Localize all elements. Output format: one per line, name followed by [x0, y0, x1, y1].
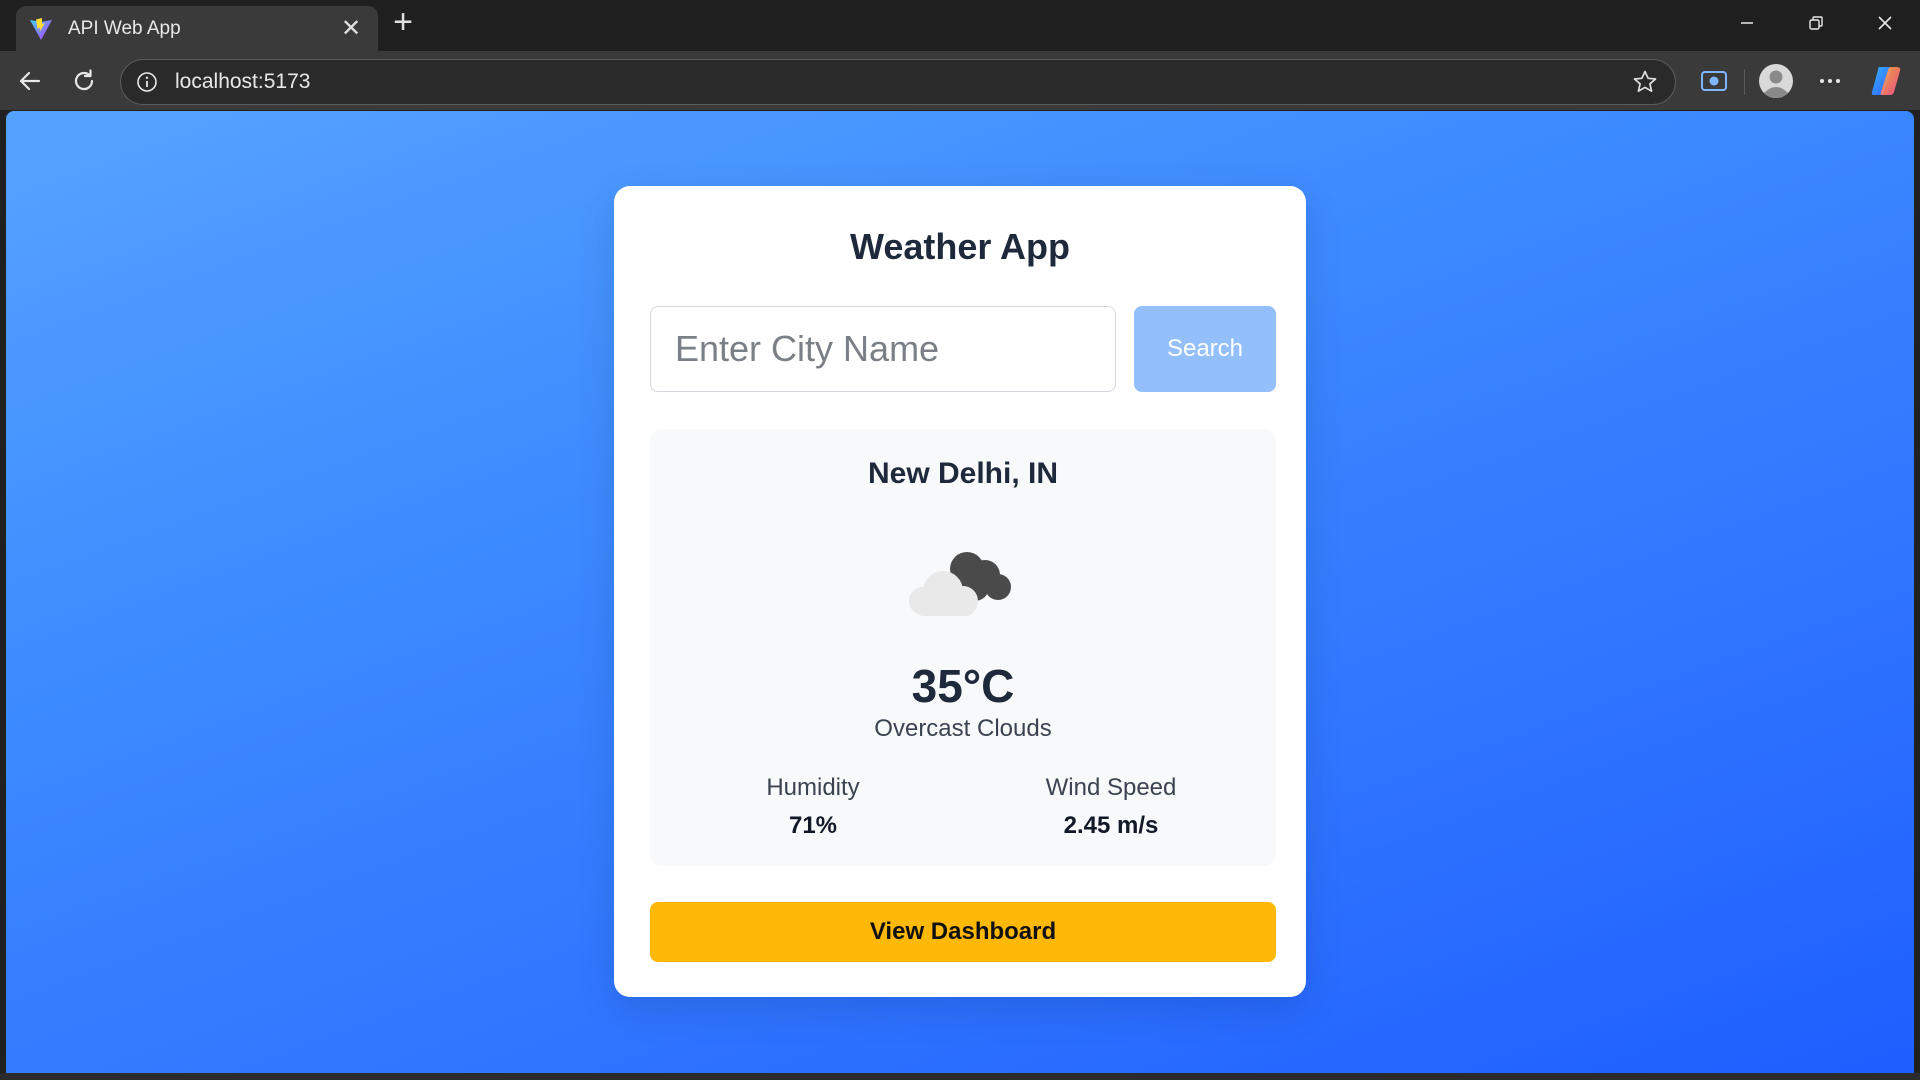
browser-tabbar: API Web App ✕ + — [0, 0, 1920, 51]
page-viewport: Weather App Search New Delhi, IN — [6, 111, 1914, 1073]
toolbar-separator — [1744, 69, 1745, 95]
url-text[interactable]: localhost:5173 — [175, 70, 1631, 94]
window-close-icon[interactable] — [1865, 6, 1905, 42]
browser-toolbar: localhost:5173 — [0, 51, 1920, 110]
more-icon[interactable] — [1810, 61, 1850, 101]
minimize-icon[interactable] — [1727, 6, 1767, 42]
info-icon[interactable] — [135, 70, 159, 94]
overcast-clouds-icon — [905, 539, 1021, 619]
screenshot-icon[interactable] — [1694, 61, 1734, 101]
star-icon[interactable] — [1631, 68, 1659, 96]
profile-icon[interactable] — [1756, 61, 1796, 101]
weather-description: Overcast Clouds — [874, 715, 1052, 742]
back-arrow-icon[interactable] — [10, 61, 50, 101]
reload-icon[interactable] — [64, 61, 104, 101]
humidity-stat: Humidity 71% — [713, 774, 913, 840]
city-search-input[interactable] — [650, 306, 1116, 392]
new-tab-plus-icon[interactable]: + — [388, 5, 418, 39]
wind-speed-stat: Wind Speed 2.45 m/s — [1011, 774, 1211, 840]
view-dashboard-button[interactable]: View Dashboard — [650, 902, 1276, 962]
humidity-label: Humidity — [766, 774, 860, 801]
tab-title: API Web App — [68, 17, 181, 39]
city-name: New Delhi, IN — [867, 457, 1059, 490]
weather-card: Weather App Search New Delhi, IN — [614, 186, 1306, 997]
wind-speed-label: Wind Speed — [1045, 774, 1177, 801]
browser-tab[interactable]: API Web App ✕ — [16, 6, 378, 51]
humidity-value: 71% — [788, 812, 838, 839]
vite-favicon-icon — [28, 16, 54, 42]
copilot-icon[interactable] — [1866, 61, 1906, 101]
restore-icon[interactable] — [1796, 6, 1836, 42]
weather-result-panel: New Delhi, IN 35°C Overcast Clouds Humid… — [650, 429, 1276, 866]
wind-speed-value: 2.45 m/s — [1063, 812, 1159, 839]
page-title: Weather App — [849, 226, 1071, 267]
tab-close-icon[interactable]: ✕ — [338, 15, 364, 42]
temperature-value: 35°C — [911, 660, 1015, 712]
window-bottom-edge — [0, 1073, 1920, 1080]
search-button[interactable]: Search — [1134, 306, 1276, 392]
address-bar[interactable]: localhost:5173 — [120, 59, 1676, 105]
